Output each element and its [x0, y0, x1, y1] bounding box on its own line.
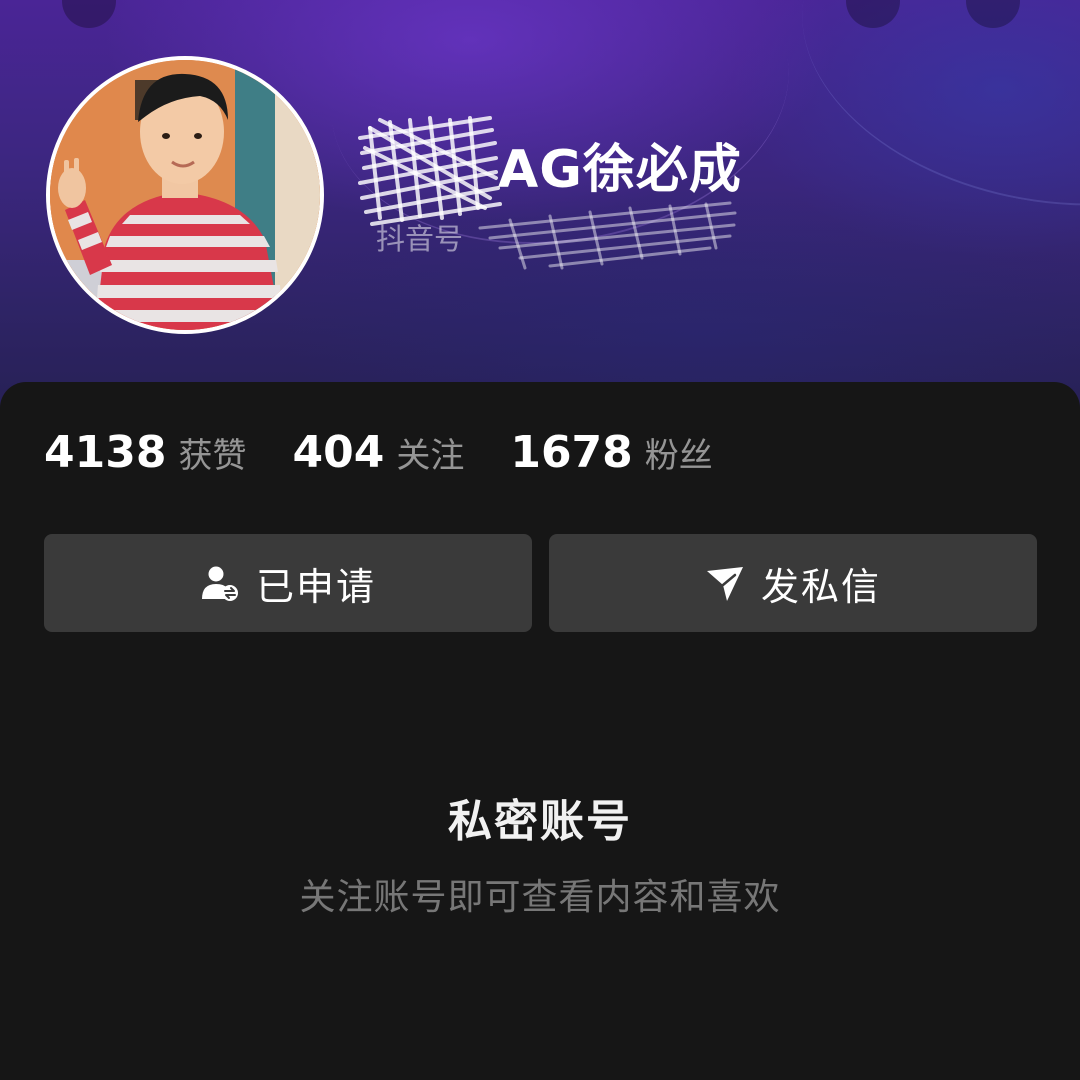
- banner-decoration: [775, 0, 1080, 243]
- stat-following[interactable]: 404 关注: [292, 424, 464, 485]
- redaction-scribble: [358, 116, 737, 270]
- send-message-button[interactable]: 发私信: [549, 534, 1037, 632]
- send-message-label: 发私信: [760, 564, 881, 609]
- following-label: 关注: [396, 436, 465, 476]
- profile-page: AG徐必成 抖音号 4138 获赞 404 关注 1678 粉丝 已申请 发私信…: [0, 0, 1080, 1080]
- likes-label: 获赞: [178, 436, 247, 476]
- profile-banner: AG徐必成 抖音号: [0, 0, 1080, 430]
- stat-likes[interactable]: 4138 获赞: [44, 424, 246, 485]
- followers-label: 粉丝: [644, 436, 713, 476]
- likes-count: 4138: [44, 427, 167, 478]
- applied-button[interactable]: 已申请: [44, 534, 532, 632]
- stats-row: 4138 获赞 404 关注 1678 粉丝: [44, 424, 759, 485]
- avatar-photo: [50, 60, 320, 330]
- followers-count: 1678: [510, 427, 633, 478]
- private-account-title: 私密账号: [448, 796, 632, 847]
- avatar[interactable]: [46, 56, 324, 334]
- private-account-subtitle: 关注账号即可查看内容和喜欢: [299, 877, 781, 918]
- back-button[interactable]: [62, 0, 116, 28]
- profile-content: [0, 382, 1080, 1080]
- user-pending-icon: [200, 563, 240, 603]
- stat-followers[interactable]: 1678 粉丝: [510, 424, 712, 485]
- paper-plane-icon: [705, 563, 745, 603]
- following-count: 404: [292, 427, 385, 478]
- applied-label: 已申请: [255, 564, 376, 609]
